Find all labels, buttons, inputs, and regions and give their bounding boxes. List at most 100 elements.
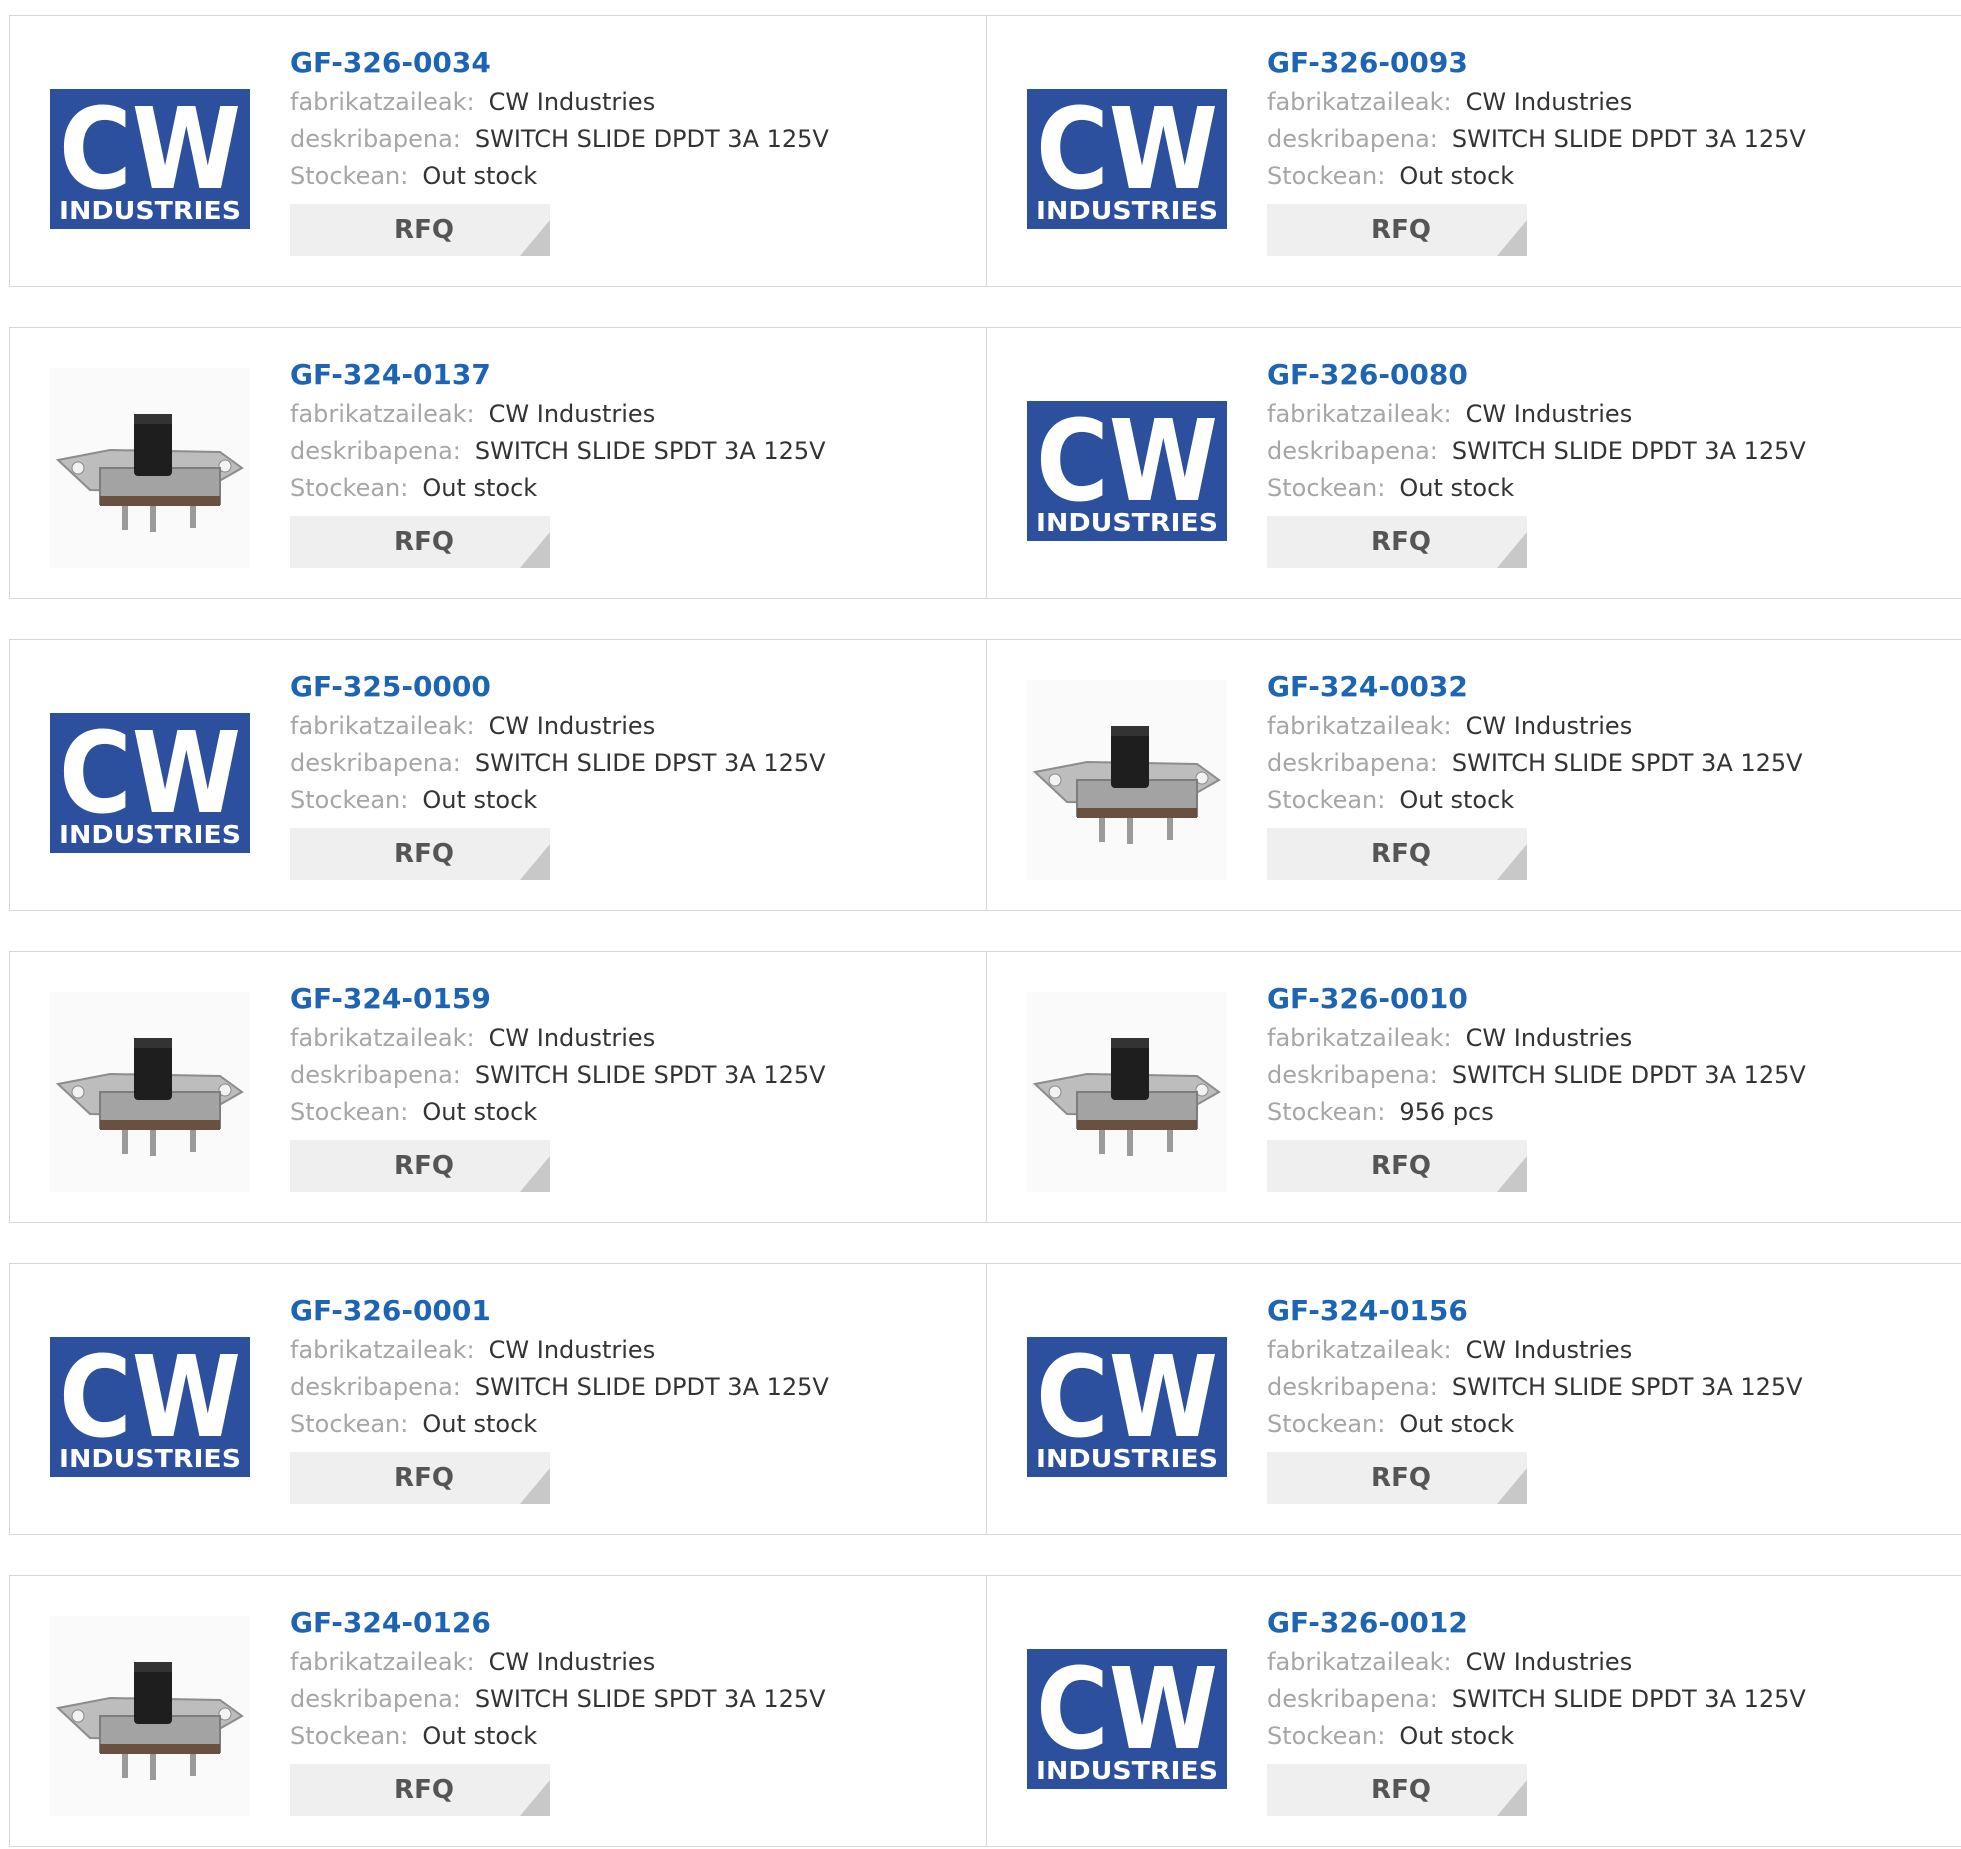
product-row: CW INDUSTRIES GF-326-0001 fabrikatzaileak: C… — [9, 1263, 1961, 1537]
corner-triangle-icon — [1497, 532, 1527, 568]
rfq-button[interactable]: RFQ — [1267, 1764, 1527, 1816]
rfq-button[interactable]: RFQ — [290, 204, 550, 256]
manufacturer-line: fabrikatzaileak: CW Industries — [1267, 396, 1806, 433]
manufacturer-line: fabrikatzaileak: CW Industries — [290, 396, 826, 433]
description-value: SWITCH SLIDE SPDT 3A 125V — [474, 1685, 826, 1713]
manufacturer-value: CW Industries — [488, 1648, 656, 1676]
slide-switch-photo — [1027, 680, 1227, 880]
product-card: CW INDUSTRIES GF-325-0000 fabrikatzaileak: C… — [9, 639, 988, 911]
description-value: SWITCH SLIDE SPDT 3A 125V — [474, 437, 826, 465]
manufacturer-value: CW Industries — [488, 712, 656, 740]
stock-label: Stockean: — [290, 1410, 409, 1438]
product-card: CW INDUSTRIES GF-324-0156 fabrikatzaileak: C… — [986, 1263, 1961, 1535]
manufacturer-label: fabrikatzaileak: — [290, 88, 475, 116]
product-card: GF-324-0137 fabrikatzaileak: CW Industries… — [9, 327, 988, 599]
stock-value: Out stock — [1399, 786, 1515, 814]
product-image-link[interactable] — [50, 368, 250, 568]
part-number-link[interactable]: GF-325-0000 — [290, 670, 826, 708]
stock-line: Stockean: Out stock — [290, 1094, 826, 1131]
stock-value: Out stock — [1399, 1410, 1515, 1438]
description-line: deskribapena: SWITCH SLIDE DPDT 3A 125V — [1267, 433, 1806, 470]
part-number-link[interactable]: GF-326-0012 — [1267, 1606, 1806, 1644]
product-image-link[interactable]: CW INDUSTRIES — [1027, 368, 1227, 568]
stock-line: Stockean: Out stock — [1267, 158, 1806, 195]
description-value: SWITCH SLIDE DPDT 3A 125V — [1451, 1061, 1806, 1089]
product-image-link[interactable]: CW INDUSTRIES — [50, 680, 250, 880]
rfq-button[interactable]: RFQ — [1267, 828, 1527, 880]
manufacturer-value: CW Industries — [1465, 1648, 1633, 1676]
rfq-button[interactable]: RFQ — [290, 1764, 550, 1816]
description-line: deskribapena: SWITCH SLIDE SPDT 3A 125V — [290, 1681, 826, 1718]
svg-text:INDUSTRIES: INDUSTRIES — [1036, 1756, 1218, 1785]
description-value: SWITCH SLIDE DPDT 3A 125V — [1451, 125, 1806, 153]
manufacturer-line: fabrikatzaileak: CW Industries — [1267, 1644, 1806, 1681]
stock-line: Stockean: Out stock — [1267, 1406, 1803, 1443]
part-number-link[interactable]: GF-324-0156 — [1267, 1294, 1803, 1332]
rfq-button[interactable]: RFQ — [290, 1140, 550, 1192]
stock-line: Stockean: Out stock — [290, 470, 826, 507]
product-card: GF-324-0159 fabrikatzaileak: CW Industries… — [9, 951, 988, 1223]
product-image-link[interactable] — [1027, 680, 1227, 880]
rfq-button[interactable]: RFQ — [1267, 1140, 1527, 1192]
product-image-link[interactable]: CW INDUSTRIES — [50, 1304, 250, 1504]
rfq-label: RFQ — [1371, 215, 1431, 245]
product-info: GF-324-0137 fabrikatzaileak: CW Industries… — [290, 358, 826, 568]
part-number-link[interactable]: GF-324-0137 — [290, 358, 826, 396]
product-image-link[interactable] — [50, 992, 250, 1192]
manufacturer-label: fabrikatzaileak: — [1267, 400, 1452, 428]
description-line: deskribapena: SWITCH SLIDE DPDT 3A 125V — [290, 1369, 829, 1406]
product-image-link[interactable]: CW INDUSTRIES — [50, 56, 250, 256]
product-row: GF-324-0126 fabrikatzaileak: CW Industries… — [9, 1575, 1961, 1849]
cw-industries-logo: CWINDUSTRIES — [1027, 1333, 1227, 1477]
cw-industries-logo: CWINDUSTRIES — [50, 709, 250, 853]
rfq-button[interactable]: RFQ — [1267, 516, 1527, 568]
manufacturer-line: fabrikatzaileak: CW Industries — [290, 84, 829, 121]
description-label: deskribapena: — [290, 437, 461, 465]
rfq-label: RFQ — [394, 527, 454, 557]
part-number-link[interactable]: GF-326-0093 — [1267, 46, 1806, 84]
manufacturer-value: CW Industries — [488, 88, 656, 116]
slide-switch-photo — [1027, 992, 1227, 1192]
product-card: CW INDUSTRIES GF-326-0080 fabrikatzaileak: C… — [986, 327, 1961, 599]
rfq-label: RFQ — [1371, 839, 1431, 869]
product-image-link[interactable] — [1027, 992, 1227, 1192]
manufacturer-line: fabrikatzaileak: CW Industries — [1267, 1020, 1806, 1057]
rfq-label: RFQ — [1371, 527, 1431, 557]
product-image-link[interactable]: CW INDUSTRIES — [1027, 56, 1227, 256]
description-line: deskribapena: SWITCH SLIDE DPDT 3A 125V — [290, 121, 829, 158]
description-line: deskribapena: SWITCH SLIDE SPDT 3A 125V — [290, 433, 826, 470]
description-line: deskribapena: SWITCH SLIDE SPDT 3A 125V — [290, 1057, 826, 1094]
manufacturer-line: fabrikatzaileak: CW Industries — [290, 708, 826, 745]
cw-industries-logo: CWINDUSTRIES — [1027, 397, 1227, 541]
product-image-link[interactable]: CW INDUSTRIES — [1027, 1304, 1227, 1504]
part-number-link[interactable]: GF-326-0010 — [1267, 982, 1806, 1020]
product-image-link[interactable]: CW INDUSTRIES — [1027, 1616, 1227, 1816]
stock-value: Out stock — [422, 162, 538, 190]
part-number-link[interactable]: GF-326-0080 — [1267, 358, 1806, 396]
rfq-button[interactable]: RFQ — [290, 828, 550, 880]
stock-line: Stockean: Out stock — [1267, 782, 1803, 819]
product-info: GF-326-0012 fabrikatzaileak: CW Industries… — [1267, 1606, 1806, 1816]
rfq-button[interactable]: RFQ — [1267, 1452, 1527, 1504]
rfq-label: RFQ — [1371, 1775, 1431, 1805]
product-image-link[interactable] — [50, 1616, 250, 1816]
part-number-link[interactable]: GF-324-0032 — [1267, 670, 1803, 708]
product-info: GF-325-0000 fabrikatzaileak: CW Industries… — [290, 670, 826, 880]
rfq-button[interactable]: RFQ — [290, 1452, 550, 1504]
description-value: SWITCH SLIDE SPDT 3A 125V — [474, 1061, 826, 1089]
rfq-label: RFQ — [1371, 1463, 1431, 1493]
manufacturer-line: fabrikatzaileak: CW Industries — [290, 1644, 826, 1681]
stock-value: Out stock — [422, 786, 538, 814]
description-line: deskribapena: SWITCH SLIDE SPDT 3A 125V — [1267, 745, 1803, 782]
product-card: CW INDUSTRIES GF-326-0001 fabrikatzaileak: C… — [9, 1263, 988, 1535]
rfq-button[interactable]: RFQ — [1267, 204, 1527, 256]
description-value: SWITCH SLIDE DPDT 3A 125V — [474, 125, 829, 153]
rfq-button[interactable]: RFQ — [290, 516, 550, 568]
part-number-link[interactable]: GF-324-0159 — [290, 982, 826, 1020]
stock-label: Stockean: — [290, 1098, 409, 1126]
product-card: CW INDUSTRIES GF-326-0093 fabrikatzaileak: C… — [986, 15, 1961, 287]
part-number-link[interactable]: GF-324-0126 — [290, 1606, 826, 1644]
part-number-link[interactable]: GF-326-0001 — [290, 1294, 829, 1332]
part-number-link[interactable]: GF-326-0034 — [290, 46, 829, 84]
cw-industries-logo: CWINDUSTRIES — [50, 85, 250, 229]
